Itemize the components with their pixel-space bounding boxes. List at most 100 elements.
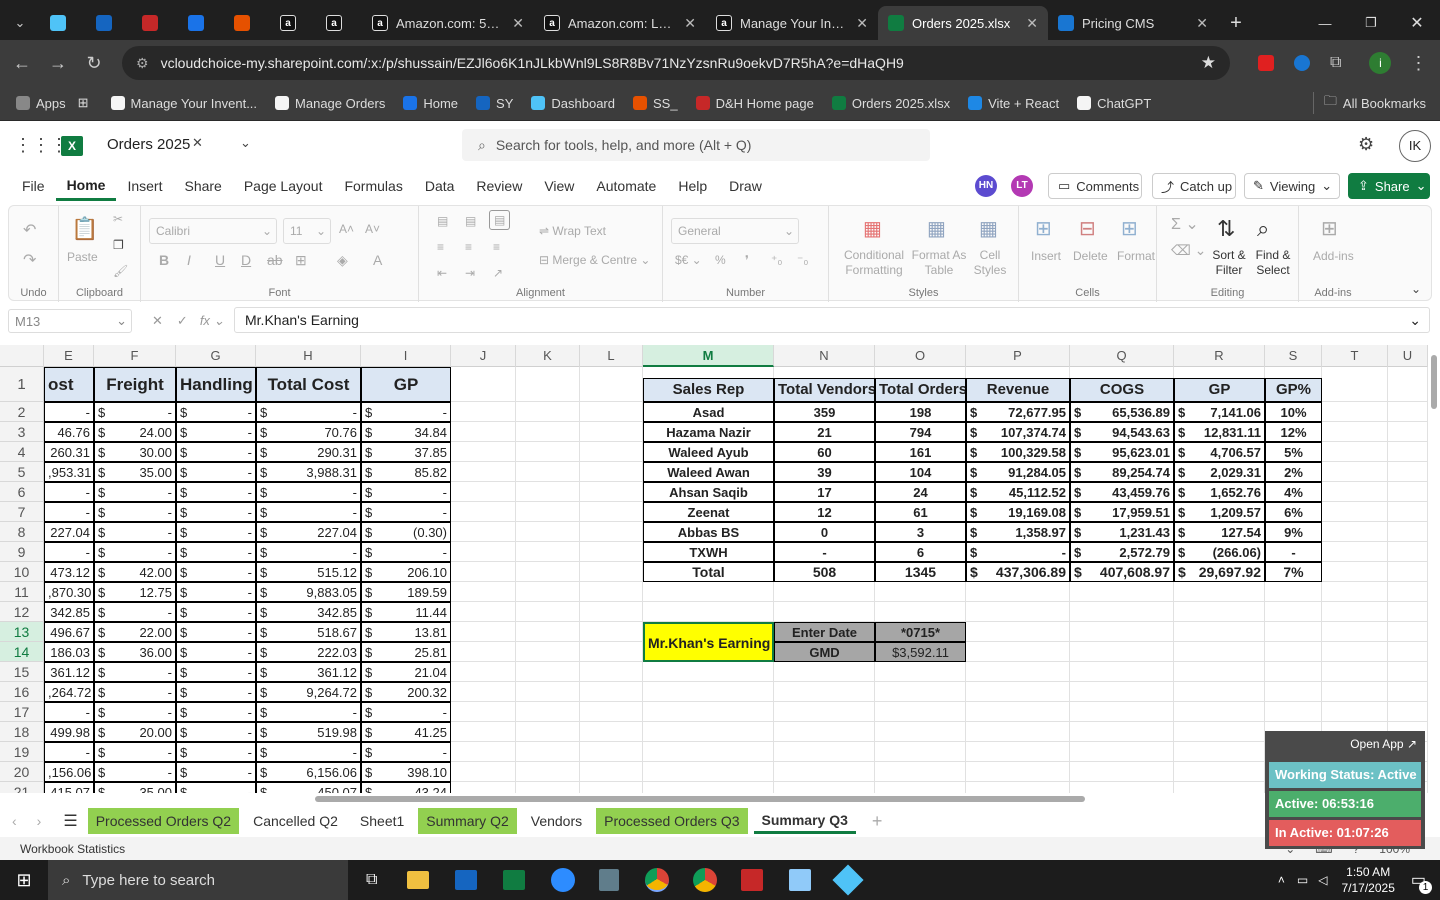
underline-icon[interactable]: U — [215, 252, 225, 268]
grid-cell[interactable] — [1322, 682, 1388, 702]
browser-tab-11[interactable]: Pricing CMS ✕ — [1048, 6, 1218, 40]
grid-cell[interactable] — [875, 662, 966, 682]
left-table-cell[interactable]: $ - — [176, 782, 256, 793]
grid-cell[interactable] — [451, 582, 516, 602]
gmd-value[interactable]: $3,592.11 — [875, 642, 966, 662]
grid-cell[interactable] — [1070, 742, 1174, 762]
menu-formulas[interactable]: Formulas — [333, 171, 413, 201]
grid-cell[interactable] — [516, 602, 580, 622]
sort-filter-icon[interactable]: ⇅ — [1217, 216, 1235, 242]
catch-up-button[interactable]: ⤴ Catch up — [1152, 173, 1236, 199]
sales-rep-name[interactable]: Waleed Ayub — [643, 442, 774, 462]
grid-cell[interactable] — [1388, 662, 1428, 682]
row-header-18[interactable]: 18 — [0, 722, 44, 742]
bookmark-5[interactable]: Dashboard — [531, 96, 615, 111]
tab-close-icon[interactable]: ✕ — [512, 15, 524, 32]
left-table-cell[interactable]: $519.98 — [256, 722, 361, 742]
grid-cell[interactable] — [516, 762, 580, 782]
grid-cell[interactable] — [580, 782, 643, 793]
grid-cell[interactable] — [1174, 742, 1265, 762]
left-table-cell[interactable]: $43.24 — [361, 782, 451, 793]
grid-cell[interactable] — [516, 662, 580, 682]
left-table-cell[interactable]: 46.76 — [44, 422, 94, 442]
summary-cell[interactable]: 198 — [875, 402, 966, 422]
grid-cell[interactable] — [451, 662, 516, 682]
summary-column-title[interactable]: Total Orders — [875, 378, 966, 402]
find-select-button[interactable]: Find & Select — [1251, 248, 1295, 278]
grid-cell[interactable] — [875, 722, 966, 742]
grid-cell[interactable] — [966, 602, 1070, 622]
summary-cell[interactable]: $91,284.05 — [966, 462, 1070, 482]
grid-cell[interactable] — [580, 482, 643, 502]
menu-review[interactable]: Review — [465, 171, 533, 201]
borders-icon[interactable]: ⊞ — [295, 252, 307, 269]
grid-cell[interactable] — [1070, 642, 1174, 662]
left-table-cell[interactable]: $ - — [176, 402, 256, 422]
summary-cell[interactable]: 2% — [1265, 462, 1322, 482]
menu-home[interactable]: Home — [55, 171, 117, 201]
grid-cell[interactable] — [966, 662, 1070, 682]
grid-cell[interactable] — [875, 602, 966, 622]
row-header-3[interactable]: 3 — [0, 422, 44, 442]
tab-close-icon[interactable]: ✕ — [1196, 15, 1208, 32]
delete-cells-icon[interactable]: ⊟ — [1079, 216, 1096, 241]
grid-cell[interactable] — [516, 482, 580, 502]
left-table-cell[interactable]: $ - — [361, 742, 451, 762]
summary-cell[interactable]: 10% — [1265, 402, 1322, 422]
row-header-11[interactable]: 11 — [0, 582, 44, 602]
currency-format-icon[interactable]: $€ ⌄ — [675, 253, 702, 267]
summary-cell[interactable]: 5% — [1265, 442, 1322, 462]
grid-cell[interactable] — [451, 702, 516, 722]
grid-cell[interactable] — [1388, 422, 1428, 442]
left-table-cell[interactable]: $361.12 — [256, 662, 361, 682]
column-title[interactable]: ost — [44, 367, 94, 402]
bookmark-9[interactable]: Vite + React — [968, 96, 1059, 111]
grid-cell[interactable] — [643, 682, 774, 702]
sheet-tab-6[interactable]: Summary Q3 — [753, 808, 856, 834]
grid-cell[interactable] — [1388, 682, 1428, 702]
select-all-corner[interactable] — [0, 345, 44, 367]
left-table-cell[interactable]: $ - — [94, 662, 176, 682]
left-table-cell[interactable]: ,156.06 — [44, 762, 94, 782]
grid-cell[interactable] — [643, 762, 774, 782]
bookmark-6[interactable]: SS_ — [633, 96, 678, 111]
summary-cell[interactable]: $ - — [966, 542, 1070, 562]
grid-cell[interactable] — [580, 367, 643, 402]
grid-cell[interactable] — [1070, 782, 1174, 793]
grid-cell[interactable] — [516, 442, 580, 462]
summary-cell[interactable]: $29,697.92 — [1174, 562, 1265, 582]
summary-cell[interactable]: 17 — [774, 482, 875, 502]
left-table-cell[interactable]: $ - — [176, 442, 256, 462]
browser-tab-5[interactable]: a — [270, 6, 316, 40]
left-table-cell[interactable]: $37.85 — [361, 442, 451, 462]
left-table-cell[interactable]: $6,156.06 — [256, 762, 361, 782]
grid-cell[interactable] — [580, 702, 643, 722]
left-table-cell[interactable]: ,264.72 — [44, 682, 94, 702]
share-button[interactable]: ⇪ Share ⌄ — [1348, 173, 1430, 199]
grid-cell[interactable] — [516, 367, 580, 402]
left-table-cell[interactable]: $ - — [361, 502, 451, 522]
summary-cell[interactable]: 6 — [875, 542, 966, 562]
left-table-cell[interactable]: 496.67 — [44, 622, 94, 642]
summary-cell[interactable]: 3 — [875, 522, 966, 542]
system-tray-chevron-icon[interactable]: ˄ — [1278, 873, 1285, 887]
file-explorer-icon[interactable] — [407, 871, 430, 889]
summary-cell[interactable]: $1,652.76 — [1174, 482, 1265, 502]
browser-tab-2[interactable] — [132, 6, 178, 40]
paste-icon[interactable]: 📋 — [71, 216, 98, 242]
grid-cell[interactable] — [1322, 502, 1388, 522]
summary-cell[interactable]: 508 — [774, 562, 875, 582]
bookmark-0[interactable]: Apps — [16, 96, 66, 111]
summary-cell[interactable]: $72,677.95 — [966, 402, 1070, 422]
grid-cell[interactable] — [643, 602, 774, 622]
copy-icon[interactable]: ❐ — [113, 238, 124, 252]
row-header-14[interactable]: 14 — [0, 642, 44, 662]
grid-cell[interactable] — [1388, 542, 1428, 562]
left-table-cell[interactable]: $200.32 — [361, 682, 451, 702]
forward-arrow-icon[interactable]: → — [40, 53, 76, 74]
tab-close-icon[interactable]: ✕ — [1026, 15, 1038, 32]
column-header-S[interactable]: S — [1265, 345, 1322, 367]
sheet-tab-0[interactable]: Processed Orders Q2 — [87, 808, 240, 834]
summary-cell[interactable]: 794 — [875, 422, 966, 442]
left-table-cell[interactable]: $ - — [176, 602, 256, 622]
